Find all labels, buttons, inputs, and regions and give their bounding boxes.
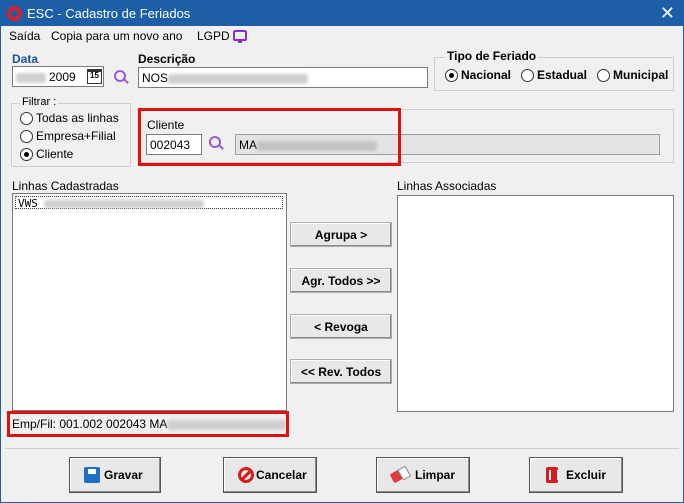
radio-cliente[interactable]: Cliente (20, 147, 74, 162)
descricao-value: NOS (142, 71, 169, 85)
list-item-redacted (43, 200, 204, 208)
save-icon (84, 467, 100, 483)
tipo-feriado-group: Tipo de Feriado Nacional Estadual Munici… (434, 49, 674, 91)
cancel-icon (238, 467, 254, 483)
radio-cliente-label: Cliente (36, 147, 74, 161)
trash-icon (546, 467, 559, 483)
revoga-label: < Revoga (314, 320, 368, 334)
radio-municipal-indicator (597, 69, 610, 83)
radio-nacional[interactable]: Nacional (445, 68, 512, 83)
radio-nacional-label: Nacional (461, 68, 512, 82)
monitor-icon[interactable] (233, 30, 247, 43)
radio-nacional-indicator (445, 69, 458, 83)
radio-municipal-label: Municipal (613, 68, 669, 82)
linhas-cadastradas-list[interactable]: VWS (12, 193, 287, 411)
agrupa-label: Agrupa > (314, 228, 368, 242)
agr-todos-button[interactable]: Agr. Todos >> (290, 268, 392, 293)
list-item[interactable]: VWS (15, 196, 283, 210)
limpar-label: Limpar (415, 468, 456, 482)
date-redacted (16, 72, 46, 83)
cliente-highlight-box (138, 108, 401, 166)
gravar-button[interactable]: Gravar (69, 457, 161, 493)
app-logo-icon (7, 6, 22, 21)
radio-municipal[interactable]: Municipal (597, 68, 669, 83)
menu-item-saida[interactable]: Saída (9, 29, 40, 43)
agrupa-button[interactable]: Agrupa > (290, 222, 392, 247)
data-label: Data (12, 52, 39, 66)
excluir-label: Excluir (566, 468, 607, 482)
excluir-button[interactable]: Excluir (529, 457, 623, 493)
radio-estadual-label: Estadual (537, 68, 588, 82)
radio-todas-indicator (20, 112, 33, 126)
cancelar-button[interactable]: Cancelar (223, 457, 317, 493)
radio-todas-linhas[interactable]: Todas as linhas (20, 111, 119, 126)
descricao-label: Descrição (138, 52, 196, 66)
descricao-field[interactable]: NOS (138, 67, 428, 88)
gravar-label: Gravar (104, 468, 143, 482)
date-year: 2009 (49, 70, 76, 84)
linhas-cadastradas-label: Linhas Cadastradas (12, 179, 119, 193)
cancelar-label: Cancelar (256, 468, 307, 482)
descricao-redacted (168, 73, 309, 84)
list-item-text: VWS (18, 197, 38, 210)
close-icon[interactable]: ✕ (660, 3, 675, 23)
limpar-button[interactable]: Limpar (376, 457, 470, 493)
eraser-icon (389, 466, 409, 484)
revoga-button[interactable]: < Revoga (290, 314, 392, 339)
app-window: ESC - Cadastro de Feriados ✕ Saída Copia… (0, 0, 684, 503)
menu-bar: Saída Copia para um novo ano LGPD (1, 26, 683, 46)
status-highlight-box (7, 411, 289, 437)
radio-empresa-filial[interactable]: Empresa+Filial (20, 129, 116, 144)
radio-todas-label: Todas as linhas (36, 111, 119, 125)
menu-item-lgpd[interactable]: LGPD (197, 29, 230, 43)
agr-todos-label: Agr. Todos >> (301, 274, 381, 288)
radio-empresa-indicator (20, 130, 33, 144)
calendar-icon[interactable]: 15 (87, 69, 102, 84)
rev-todos-button[interactable]: << Rev. Todos (290, 359, 392, 384)
radio-estadual[interactable]: Estadual (521, 68, 588, 83)
filtrar-group: Filtrar : Todas as linhas Empresa+Filial… (11, 96, 131, 167)
menu-item-copia[interactable]: Copia para um novo ano (51, 29, 182, 43)
tipo-feriado-title: Tipo de Feriado (445, 49, 539, 63)
filtrar-title: Filtrar : (20, 96, 59, 108)
date-search-icon[interactable] (113, 69, 129, 85)
title-bar: ESC - Cadastro de Feriados ✕ (1, 1, 683, 26)
radio-cliente-indicator (20, 148, 33, 162)
radio-empresa-label: Empresa+Filial (36, 129, 116, 143)
linhas-associadas-label: Linhas Associadas (397, 179, 497, 193)
linhas-associadas-list[interactable] (397, 195, 674, 412)
rev-todos-label: << Rev. Todos (300, 365, 382, 379)
window-title: ESC - Cadastro de Feriados (27, 6, 191, 21)
radio-estadual-indicator (521, 69, 534, 83)
